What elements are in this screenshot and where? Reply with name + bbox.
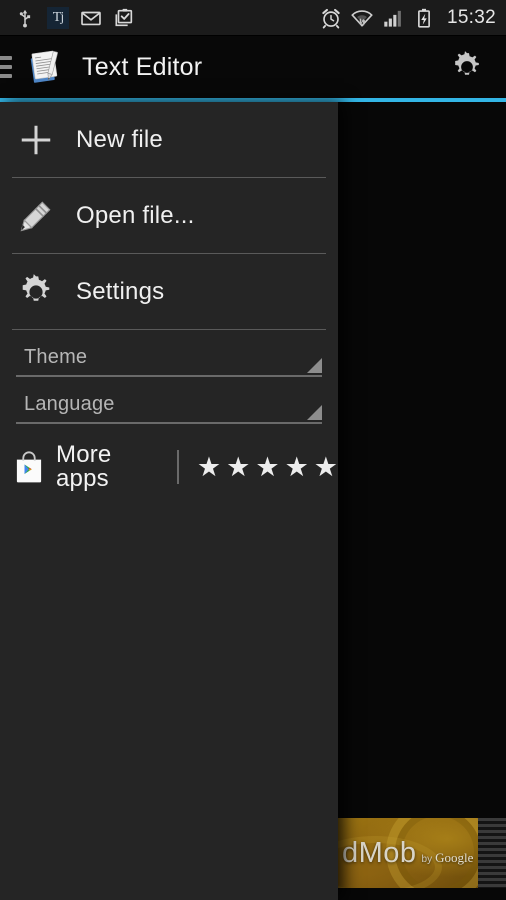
dropdown-triangle-icon [307, 358, 322, 373]
ad-side-stripes [478, 818, 506, 888]
more-apps-row: More apps ★ ★ ★ ★ ★ [0, 436, 338, 498]
android-screen: Tj 15:32 Text Editor dMob by Google New … [0, 0, 506, 900]
tj-app-icon: Tj [47, 6, 69, 29]
rating-star[interactable]: ★ [255, 453, 279, 481]
drawer-item-new-file[interactable]: New file [0, 102, 338, 177]
language-spinner[interactable]: Language [16, 386, 322, 424]
drawer-item-label: New file [76, 125, 163, 153]
gear-icon-glyph [455, 51, 479, 75]
admob-banner-ad[interactable]: dMob by Google [338, 818, 478, 888]
hamburger-icon[interactable] [0, 52, 12, 82]
status-bar-left-icons: Tj [14, 6, 135, 29]
status-bar-clock: 15:32 [446, 7, 496, 28]
battery-charging-icon [417, 8, 430, 28]
tj-app-icon-label: Tj [52, 9, 64, 25]
status-bar[interactable]: Tj 15:32 [0, 0, 506, 36]
usb-icon [19, 9, 31, 27]
pencil-icon [16, 196, 56, 236]
gear-icon [16, 272, 56, 312]
drawer-item-label: Settings [76, 277, 165, 305]
ad-by-label: by [421, 853, 433, 865]
rating-stars[interactable]: ★ ★ ★ ★ ★ [197, 453, 338, 481]
hamburger-bar [0, 65, 12, 69]
drawer-divider [12, 329, 326, 330]
alarm-clock-icon [322, 8, 340, 28]
dropdown-triangle-icon [307, 405, 322, 420]
more-apps-divider [177, 450, 179, 484]
navigation-drawer: New file Open file... Settings Theme Lan… [0, 102, 338, 900]
drawer-item-open-file[interactable]: Open file... [0, 178, 338, 253]
clipboard-check-icon [115, 8, 133, 26]
hamburger-bar [0, 74, 12, 78]
rating-star[interactable]: ★ [226, 453, 250, 481]
ad-brand-label: dMob [342, 836, 417, 869]
wifi-icon [351, 9, 373, 27]
mail-icon [81, 11, 101, 25]
signal-bars-icon [384, 10, 401, 27]
drawer-item-settings[interactable]: Settings [0, 254, 338, 329]
status-bar-right-icons: 15:32 [320, 7, 496, 29]
action-bar: Text Editor [0, 36, 506, 98]
more-apps-label[interactable]: More apps [56, 443, 161, 491]
google-play-store-icon[interactable] [12, 450, 46, 484]
ad-text: dMob by Google [338, 836, 474, 869]
theme-spinner-label: Theme [24, 346, 88, 368]
rating-star[interactable]: ★ [197, 453, 221, 481]
language-spinner-label: Language [24, 393, 115, 415]
page-title: Text Editor [82, 52, 203, 81]
rating-star[interactable]: ★ [285, 453, 309, 481]
ad-provider-label: Google [435, 849, 474, 865]
theme-spinner[interactable]: Theme [16, 339, 322, 377]
rating-star[interactable]: ★ [314, 453, 338, 481]
gear-icon[interactable] [450, 50, 484, 84]
text-editor-document-pen-icon[interactable] [24, 46, 68, 88]
hamburger-bar [0, 56, 12, 60]
plus-icon [16, 120, 56, 160]
drawer-item-label: Open file... [76, 201, 195, 229]
